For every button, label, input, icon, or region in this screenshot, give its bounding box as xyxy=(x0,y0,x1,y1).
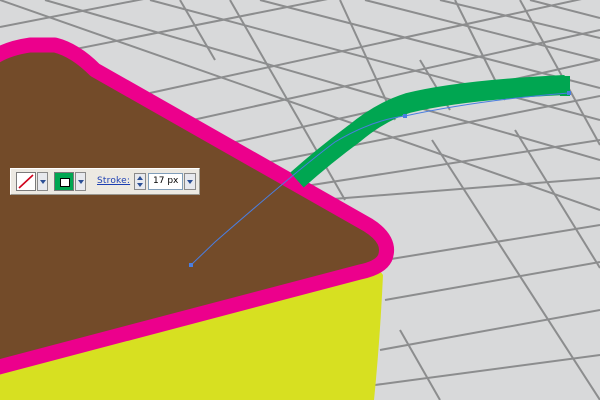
spinner-down-icon[interactable] xyxy=(137,183,143,187)
stroke-swatch-inner xyxy=(60,178,70,187)
artwork xyxy=(0,0,600,400)
stroke-label-link[interactable]: Stroke: xyxy=(97,176,130,187)
anchor-point-middle[interactable] xyxy=(403,114,407,118)
fill-dropdown-arrow[interactable] xyxy=(37,172,48,191)
stroke-dropdown-arrow[interactable] xyxy=(75,172,86,191)
anchor-point-start[interactable] xyxy=(189,263,193,267)
spinner-up-icon[interactable] xyxy=(137,176,143,180)
stroke-color-swatch[interactable] xyxy=(54,172,74,191)
stroke-control-panel: Stroke: 17 px xyxy=(10,168,200,195)
fill-none-swatch[interactable] xyxy=(16,172,36,191)
stroke-weight-input[interactable]: 17 px xyxy=(148,173,183,190)
stroke-weight-dropdown-arrow[interactable] xyxy=(184,173,196,190)
stroke-weight-spinner[interactable] xyxy=(134,173,146,190)
anchor-point-end[interactable] xyxy=(567,91,571,95)
none-slash-icon xyxy=(18,174,34,189)
artboard-canvas[interactable]: Stroke: 17 px xyxy=(0,0,600,400)
